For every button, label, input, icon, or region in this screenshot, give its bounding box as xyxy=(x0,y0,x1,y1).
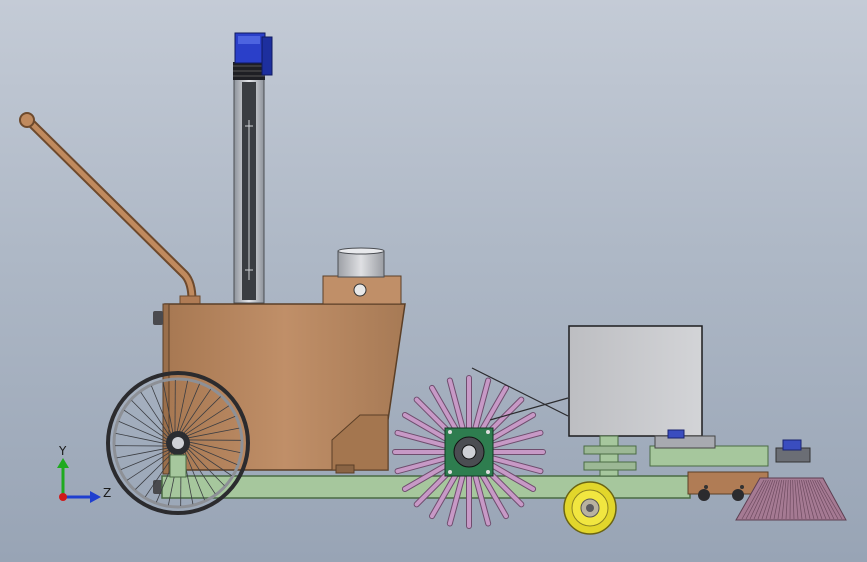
intake-housing xyxy=(322,247,402,305)
sweeper-model[interactable]: Y Z xyxy=(0,0,867,562)
y-axis-label: Y xyxy=(58,444,67,458)
caster-wheel-icon[interactable] xyxy=(563,481,617,535)
z-axis-label: Z xyxy=(103,486,111,500)
handle-icon[interactable] xyxy=(19,112,201,305)
roller-brush-icon[interactable] xyxy=(392,367,569,529)
cad-viewport[interactable]: Y Z xyxy=(0,0,867,562)
coordinate-triad: Y Z xyxy=(57,444,111,503)
motor-icon[interactable] xyxy=(233,32,273,80)
actuator-column xyxy=(233,77,265,304)
